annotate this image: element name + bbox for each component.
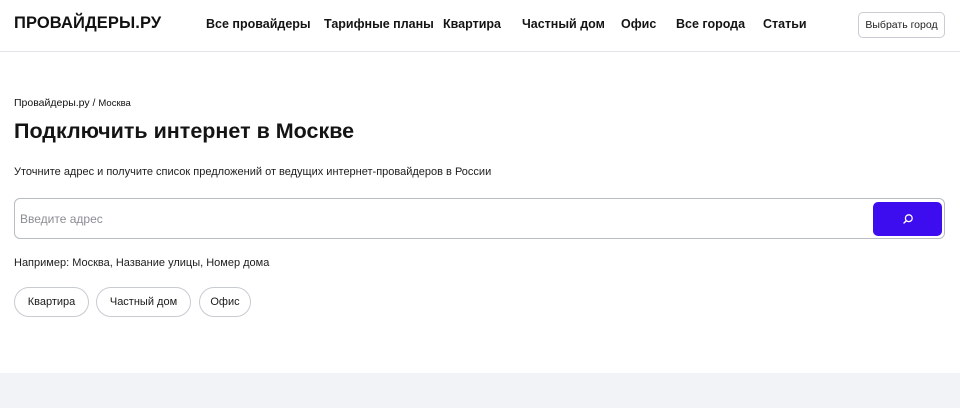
address-search-bar <box>14 198 945 239</box>
search-button[interactable] <box>873 202 942 236</box>
nav-item-articles[interactable]: Статьи <box>763 17 807 31</box>
footer-section-background <box>0 373 960 408</box>
page-subtitle: Уточните адрес и получите список предлож… <box>14 166 492 178</box>
breadcrumb-home-link[interactable]: Провайдеры.ру <box>14 97 90 109</box>
nav-item-private-house[interactable]: Частный дом <box>522 17 605 31</box>
breadcrumb-current: Москва <box>98 98 131 109</box>
chip-apartment[interactable]: Квартира <box>14 287 89 317</box>
nav-item-all-cities[interactable]: Все города <box>676 17 745 31</box>
search-icon <box>902 214 913 224</box>
site-header: ПРОВАЙДЕРЫ.РУ Все провайдеры Тарифные пл… <box>0 0 960 52</box>
chip-private-house[interactable]: Частный дом <box>96 287 191 317</box>
nav-item-apartment[interactable]: Квартира <box>443 17 501 31</box>
nav-item-all-providers[interactable]: Все провайдеры <box>206 17 311 31</box>
choose-city-button[interactable]: Выбрать город <box>858 12 945 38</box>
address-input[interactable] <box>20 205 860 233</box>
chip-office[interactable]: Офис <box>199 287 251 317</box>
breadcrumb: Провайдеры.ру / Москва <box>14 97 131 109</box>
address-example-hint: Например: Москва, Название улицы, Номер … <box>14 257 270 269</box>
nav-item-tariffs[interactable]: Тарифные планы <box>324 17 434 31</box>
nav-item-office[interactable]: Офис <box>621 17 656 31</box>
main-nav: Все провайдеры Тарифные планы Квартира Ч… <box>0 0 960 52</box>
page-title: Подключить интернет в Москве <box>14 119 355 143</box>
